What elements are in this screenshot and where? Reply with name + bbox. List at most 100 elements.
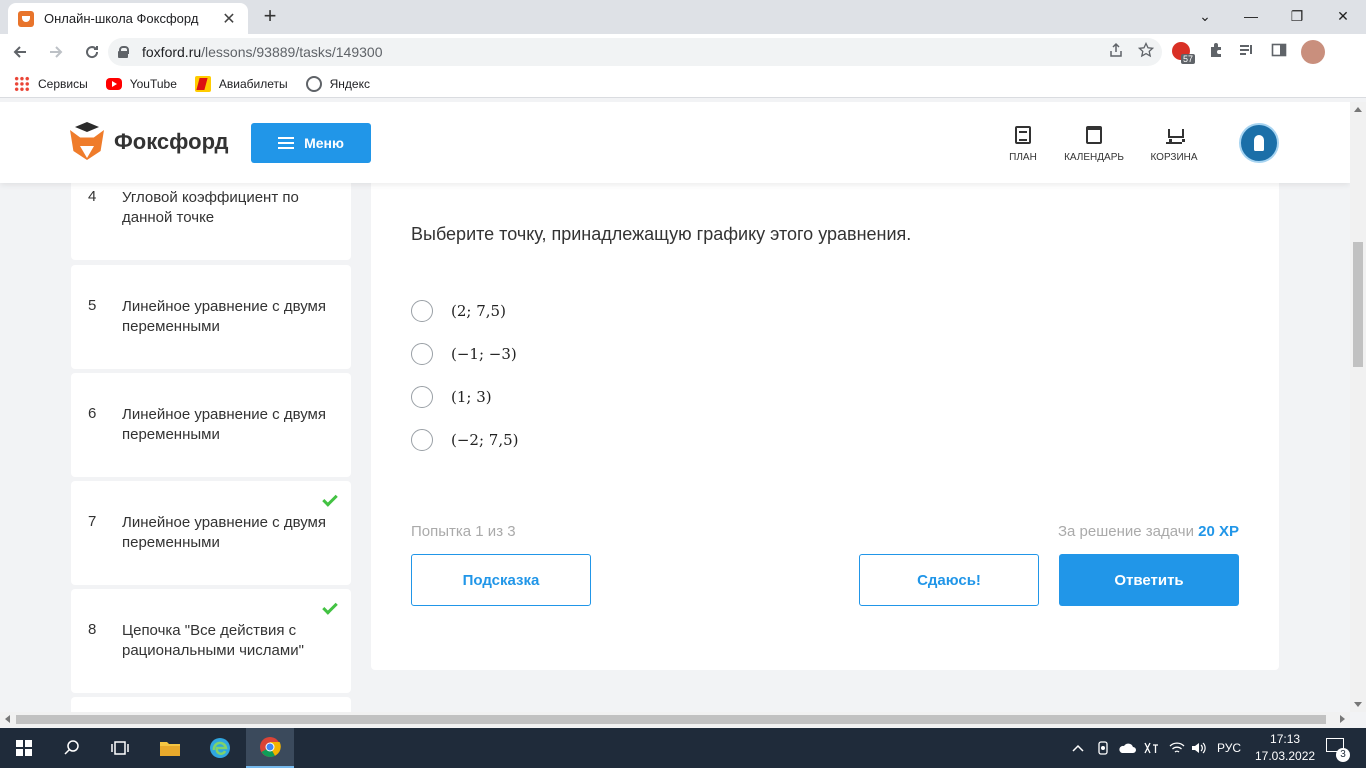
logo-text: Фоксфорд bbox=[114, 129, 229, 154]
volume-icon[interactable] bbox=[1188, 728, 1210, 768]
bookmark-label: Сервисы bbox=[38, 76, 88, 91]
forward-button[interactable] bbox=[40, 36, 72, 68]
clock-date: 17.03.2022 bbox=[1255, 749, 1316, 763]
plan-icon bbox=[1015, 126, 1031, 144]
new-tab-button[interactable]: + bbox=[258, 5, 282, 29]
answer-option[interactable]: (−1; −3) bbox=[411, 343, 517, 365]
radio-button[interactable] bbox=[411, 429, 433, 451]
option-label: (−2; 7,5) bbox=[451, 431, 519, 449]
nav-label: КОРЗИНА bbox=[1150, 152, 1198, 163]
media-controls-icon[interactable] bbox=[1239, 42, 1255, 58]
nav-calendar[interactable]: КАЛЕНДАРЬ bbox=[1064, 126, 1124, 163]
answer-option[interactable]: (−2; 7,5) bbox=[411, 429, 519, 451]
scroll-down-icon[interactable] bbox=[1354, 702, 1362, 707]
answer-button[interactable]: Ответить bbox=[1059, 554, 1239, 606]
address-bar[interactable]: foxford.ru/lessons/93889/tasks/149300 bbox=[108, 38, 1162, 66]
browser-tab[interactable]: Онлайн-школа Фоксфорд ✕ bbox=[8, 3, 248, 34]
system-clock[interactable]: 17:13 17.03.2022 bbox=[1255, 731, 1315, 765]
hint-button[interactable]: Подсказка bbox=[411, 554, 591, 606]
scroll-right-icon[interactable] bbox=[1340, 715, 1345, 723]
url-host: foxford.ru bbox=[142, 44, 202, 60]
lesson-item-8[interactable]: 8 Цепочка "Все действия с рациональными … bbox=[71, 589, 351, 693]
lesson-number: 7 bbox=[88, 513, 97, 530]
back-button[interactable] bbox=[4, 36, 36, 68]
reload-button[interactable] bbox=[76, 36, 108, 68]
url-path: /lessons/93889/tasks/149300 bbox=[201, 44, 383, 60]
close-window-button[interactable]: ✕ bbox=[1320, 0, 1366, 32]
tray-overflow-icon[interactable] bbox=[1068, 728, 1088, 768]
lesson-number: 6 bbox=[88, 405, 97, 422]
scrollbar-thumb[interactable] bbox=[1353, 242, 1363, 367]
answer-option[interactable]: (2; 7,5) bbox=[411, 300, 506, 322]
question-text: Выберите точку, принадлежащую графику эт… bbox=[411, 224, 912, 244]
extension-badge: 57 bbox=[1181, 54, 1196, 64]
user-avatar[interactable] bbox=[1239, 123, 1279, 163]
option-label: (1; 3) bbox=[451, 388, 492, 406]
lesson-item-7[interactable]: 7 Линейное уравнение с двумя переменными bbox=[71, 481, 351, 585]
omnibox-actions bbox=[1108, 42, 1154, 58]
chrome-button[interactable] bbox=[246, 728, 294, 768]
bookmark-avia[interactable]: Авиабилеты bbox=[194, 75, 288, 92]
radio-button[interactable] bbox=[411, 386, 433, 408]
apps-icon bbox=[14, 75, 30, 92]
puzzle-extensions-icon[interactable] bbox=[1208, 42, 1224, 58]
nav-label: ПЛАН bbox=[1009, 152, 1037, 163]
nav-plan[interactable]: ПЛАН bbox=[1007, 126, 1039, 163]
wifi-icon[interactable] bbox=[1166, 728, 1188, 768]
search-button[interactable] bbox=[48, 728, 96, 768]
task-view-button[interactable] bbox=[96, 728, 144, 768]
reload-icon bbox=[86, 46, 99, 59]
lesson-item-5[interactable]: 5 Линейное уравнение с двумя переменными bbox=[71, 265, 351, 369]
tab-close-icon[interactable]: ✕ bbox=[220, 9, 238, 29]
page-viewport: Фоксфорд Меню ПЛАН КАЛЕНДАРЬ КОРЗИНА 4 У… bbox=[0, 102, 1350, 712]
give-up-button[interactable]: Сдаюсь! bbox=[859, 554, 1039, 606]
lesson-number: 4 bbox=[88, 188, 97, 205]
lesson-item-next[interactable] bbox=[71, 697, 351, 712]
minimize-button[interactable]: — bbox=[1228, 0, 1274, 32]
menu-button[interactable]: Меню bbox=[251, 123, 371, 163]
lesson-number: 8 bbox=[88, 621, 97, 638]
lesson-number: 5 bbox=[88, 297, 97, 314]
edge-icon bbox=[210, 738, 230, 758]
horizontal-scrollbar[interactable] bbox=[0, 712, 1350, 727]
profile-avatar[interactable] bbox=[1301, 40, 1325, 64]
completed-check-icon bbox=[322, 599, 338, 615]
avia-icon bbox=[194, 75, 211, 92]
nav-cart[interactable]: КОРЗИНА bbox=[1150, 126, 1198, 163]
reward-xp: 20 XP bbox=[1198, 523, 1239, 540]
radio-button[interactable] bbox=[411, 300, 433, 322]
radio-button[interactable] bbox=[411, 343, 433, 365]
bookmark-services[interactable]: Сервисы bbox=[14, 75, 88, 92]
share-icon[interactable] bbox=[1108, 42, 1124, 58]
bookmark-yandex[interactable]: Яндекс bbox=[305, 75, 370, 92]
lesson-item-6[interactable]: 6 Линейное уравнение с двумя переменными bbox=[71, 373, 351, 477]
task-card: Выберите точку, принадлежащую графику эт… bbox=[371, 142, 1279, 670]
bookmark-star-icon[interactable] bbox=[1138, 42, 1154, 58]
scroll-up-icon[interactable] bbox=[1354, 107, 1362, 112]
scroll-left-icon[interactable] bbox=[5, 715, 10, 723]
answer-option[interactable]: (1; 3) bbox=[411, 386, 492, 408]
foxford-logo[interactable]: Фоксфорд bbox=[70, 122, 228, 162]
language-input-icon[interactable] bbox=[1140, 728, 1162, 768]
task-reward: За решение задачи 20 XP bbox=[1058, 523, 1239, 540]
file-explorer-button[interactable] bbox=[146, 728, 194, 768]
tab-search-button[interactable]: ⌄ bbox=[1182, 0, 1228, 32]
vertical-scrollbar[interactable] bbox=[1350, 102, 1366, 712]
chrome-icon bbox=[260, 737, 281, 757]
lesson-title: Угловой коэффициент по данной точке bbox=[122, 189, 299, 226]
notifications-count: 3 bbox=[1336, 748, 1350, 762]
edge-button[interactable] bbox=[196, 728, 244, 768]
onedrive-cloud-icon[interactable] bbox=[1116, 728, 1138, 768]
tray-app-icon[interactable] bbox=[1094, 728, 1112, 768]
scrollbar-thumb[interactable] bbox=[16, 715, 1326, 724]
bookmark-label: Авиабилеты bbox=[218, 76, 288, 91]
bookmarks-bar: Сервисы YouTube Авиабилеты Яндекс bbox=[0, 70, 1366, 98]
side-panel-icon[interactable] bbox=[1271, 42, 1287, 58]
start-button[interactable] bbox=[0, 728, 48, 768]
clock-time: 17:13 bbox=[1270, 732, 1301, 746]
bookmark-youtube[interactable]: YouTube bbox=[105, 77, 177, 91]
yandex-icon bbox=[305, 75, 322, 92]
lesson-title: Цепочка "Все действия с рациональными чи… bbox=[122, 622, 304, 659]
restore-button[interactable]: ❐ bbox=[1274, 0, 1320, 32]
language-indicator[interactable]: РУС bbox=[1212, 728, 1246, 768]
